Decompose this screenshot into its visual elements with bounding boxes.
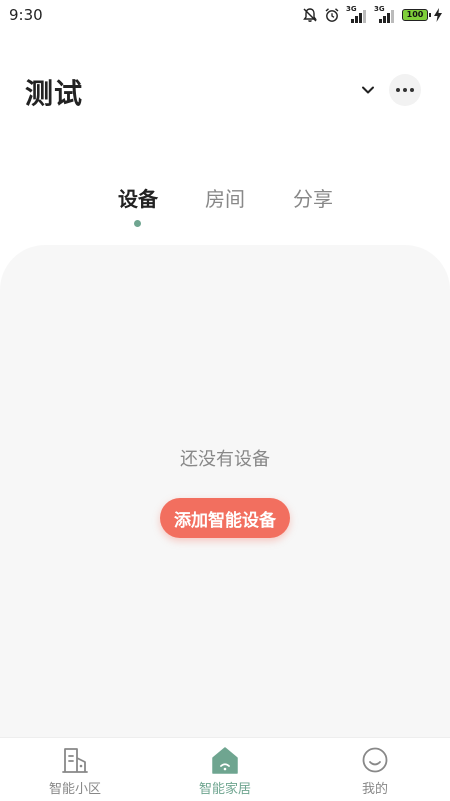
battery-icon: 100 [402,9,431,21]
charging-icon [434,8,442,22]
chevron-down-icon [362,86,374,94]
tab-share[interactable]: 分享 [283,183,343,212]
more-icon [396,88,400,92]
signal-1: 3G [346,5,368,23]
status-bar: 9:30 3G 3G 100 [0,0,450,30]
active-tab-indicator [134,220,141,227]
home-title[interactable]: 测试 [25,72,83,112]
nav-label: 智能小区 [48,782,101,797]
tab-bar: 设备 房间 分享 [0,183,450,233]
smile-icon [362,747,388,773]
notifications-off-icon [303,8,317,22]
empty-state-text: 还没有设备 [180,449,270,470]
more-options-button[interactable] [389,74,421,106]
status-icons: 3G 3G 100 [302,5,442,24]
nav-label: 我的 [361,782,388,797]
status-time: 9:30 [9,6,43,24]
alarm-icon [325,8,339,22]
nav-smart-community[interactable]: 智能小区 [0,738,150,801]
home-icon [212,747,238,774]
nav-smart-home[interactable]: 智能家居 [150,738,300,801]
nav-label: 智能家居 [198,782,251,797]
bottom-navigation: 智能小区 智能家居 我的 [0,737,450,801]
signal-1-icon [351,10,366,23]
device-list-panel: 还没有设备 添加智能设备 [0,245,450,737]
battery-level: 100 [406,10,424,19]
nav-profile[interactable]: 我的 [300,738,450,801]
building-icon [62,748,88,773]
add-device-button[interactable]: 添加智能设备 [160,498,290,538]
signal-2: 3G [374,5,396,23]
home-switch-dropdown[interactable] [358,80,378,100]
tab-devices[interactable]: 设备 [108,183,168,212]
tab-rooms[interactable]: 房间 [195,183,255,212]
signal-2-icon [379,10,394,23]
